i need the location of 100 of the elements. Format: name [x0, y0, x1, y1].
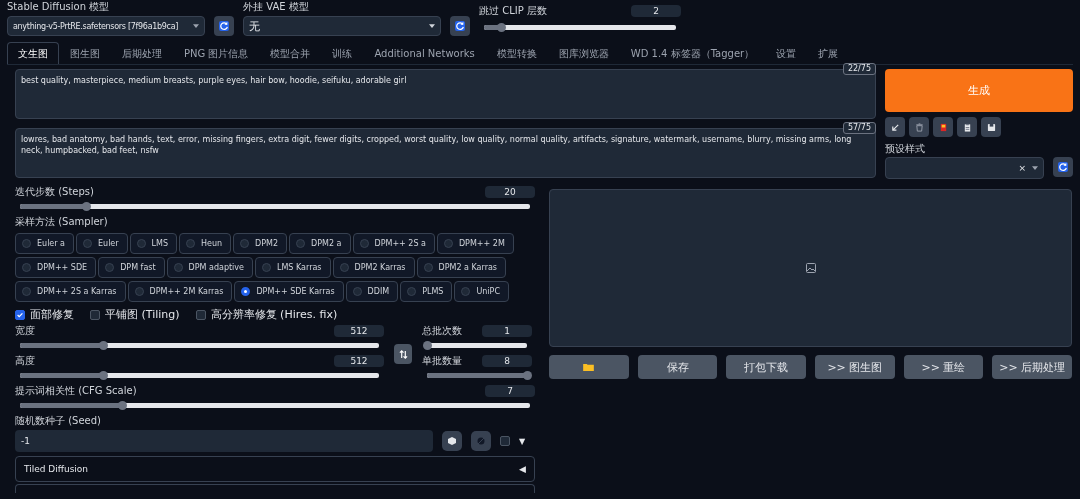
tiled-diffusion-panel[interactable]: Tiled Diffusion ◀: [15, 456, 535, 482]
swap-arrows-icon: [398, 349, 408, 359]
tab[interactable]: 图生图: [59, 42, 111, 64]
slider-thumb[interactable]: [98, 341, 108, 350]
cfg-number-field[interactable]: 7: [485, 385, 535, 397]
clip-label: 跳过 CLIP 层数: [479, 4, 547, 18]
refresh-button[interactable]: [1053, 157, 1073, 177]
trash-button[interactable]: [909, 117, 929, 137]
sampler-option[interactable]: DPM2: [233, 233, 288, 254]
caret-icon: [1032, 166, 1038, 170]
sampler-option[interactable]: PLMS: [400, 281, 453, 302]
tab[interactable]: 扩展: [807, 42, 850, 64]
checkmark-icon: [16, 310, 24, 319]
image-icon: [805, 263, 816, 273]
refresh-button[interactable]: [450, 16, 470, 36]
vae-dropdown[interactable]: 无: [243, 16, 441, 36]
arrow-icon: [890, 122, 900, 132]
slider-thumb[interactable]: [423, 341, 432, 350]
slider-thumb[interactable]: [497, 23, 507, 32]
sampler-option[interactable]: UniPC: [454, 281, 509, 302]
styles-label: 预设样式: [885, 142, 926, 156]
tab[interactable]: 图库浏览器: [547, 42, 620, 64]
batch-count-label: 总批次数: [422, 324, 462, 338]
cfg-label: 提示词相关性 (CFG Scale): [15, 384, 137, 398]
refresh-icon: [1058, 162, 1068, 172]
save-button[interactable]: [981, 117, 1001, 137]
output-action-button[interactable]: >> 后期处理: [992, 355, 1073, 379]
sampler-option[interactable]: DPM++ SDE Karras: [234, 281, 344, 302]
clipboard-button[interactable]: [957, 117, 977, 137]
batch-size-label: 单批数量: [422, 354, 462, 368]
open-folder-button[interactable]: [549, 355, 629, 379]
sampler-label: 采样方法 (Sampler): [15, 215, 109, 229]
sampler-option[interactable]: DPM++ 2S a Karras: [15, 281, 126, 302]
output-action-button[interactable]: 保存: [637, 355, 718, 379]
sampler-option[interactable]: DDIM: [345, 281, 399, 302]
sampler-option[interactable]: DPM2 Karras: [332, 257, 415, 278]
restore-button[interactable]: [885, 117, 905, 137]
tab[interactable]: 文生图: [7, 42, 59, 64]
sampler-option[interactable]: DPM++ 2M Karras: [127, 281, 233, 302]
output-action-button[interactable]: 打包下载: [726, 355, 806, 379]
styles-dropdown[interactable]: ×: [885, 157, 1044, 179]
sampler-option[interactable]: LMS: [129, 233, 177, 254]
sampler-option[interactable]: Euler: [76, 233, 128, 254]
slider-thumb[interactable]: [523, 371, 532, 380]
checkbox-option[interactable]: 平铺图 (Tiling): [90, 307, 180, 322]
clip-number-field[interactable]: 2: [631, 5, 681, 17]
sampler-option[interactable]: DPM fast: [98, 257, 165, 278]
token-counter: 22/75: [842, 63, 876, 75]
sampler-option[interactable]: DPM2 a: [289, 233, 351, 254]
height-label: 高度: [15, 354, 35, 368]
sampler-option[interactable]: DPM++ 2S a: [352, 233, 435, 254]
batch-size-number-field[interactable]: 8: [482, 355, 532, 367]
sampler-option[interactable]: DPM++ 2M: [436, 233, 514, 254]
book-button[interactable]: [933, 117, 953, 137]
slider-thumb[interactable]: [98, 371, 108, 380]
height-number-field[interactable]: 512: [334, 355, 384, 367]
caret-icon: [429, 24, 435, 28]
expand-toggle[interactable]: ▼: [519, 436, 526, 446]
slider-thumb[interactable]: [118, 401, 127, 410]
sampler-option[interactable]: Euler a: [15, 233, 74, 254]
sampler-option[interactable]: LMS Karras: [255, 257, 331, 278]
tab[interactable]: 模型合并: [259, 42, 322, 64]
tab[interactable]: Additional Networks: [363, 42, 486, 64]
tab[interactable]: PNG 图片信息: [173, 42, 260, 64]
sampler-option[interactable]: DPM adaptive: [166, 257, 253, 278]
tab[interactable]: 设置: [765, 42, 808, 64]
extra-checkbox[interactable]: [500, 436, 510, 446]
refresh-icon: [455, 21, 465, 31]
book-icon: [938, 122, 948, 132]
width-label: 宽度: [15, 324, 35, 338]
refresh-icon: [219, 21, 229, 31]
model-dropdown[interactable]: anything-v5-PrtRE.safetensors [7f96a1b9ca]: [7, 16, 205, 36]
swap-button[interactable]: [394, 344, 412, 364]
model-label: Stable Diffusion 模型: [7, 0, 111, 14]
dice-button[interactable]: [442, 431, 462, 451]
steps-number-field[interactable]: 20: [485, 186, 535, 198]
tab[interactable]: 模型转换: [485, 42, 548, 64]
width-number-field[interactable]: 512: [334, 325, 384, 337]
dice-icon: [447, 436, 457, 446]
tab[interactable]: 后期处理: [111, 42, 173, 64]
seed-field[interactable]: -1: [15, 430, 433, 452]
caret-icon: [193, 24, 199, 28]
clipboard-icon: [962, 122, 972, 132]
slider-thumb[interactable]: [82, 202, 92, 211]
output-action-button[interactable]: >> 图生图: [815, 355, 895, 379]
checkbox-option[interactable]: 面部修复: [15, 307, 74, 322]
folder-icon: [583, 363, 595, 371]
vae-label: 外挂 VAE 模型: [243, 0, 310, 14]
sampler-option[interactable]: DPM2 a Karras: [416, 257, 507, 278]
output-action-button[interactable]: >> 重绘: [903, 355, 984, 379]
tab[interactable]: WD 1.4 标签器（Tagger）: [619, 42, 766, 64]
steps-label: 迭代步数 (Steps): [15, 185, 94, 199]
sampler-option[interactable]: Heun: [179, 233, 232, 254]
batch-count-number-field[interactable]: 1: [482, 325, 532, 337]
checkbox-option[interactable]: 高分辨率修复 (Hires. fix): [195, 307, 338, 322]
tab[interactable]: 训练: [321, 42, 364, 64]
trash-icon: [914, 122, 924, 132]
sampler-option[interactable]: DPM++ SDE: [15, 257, 97, 278]
refresh-button[interactable]: [214, 16, 234, 36]
seed-label: 随机数种子 (Seed): [15, 414, 102, 428]
